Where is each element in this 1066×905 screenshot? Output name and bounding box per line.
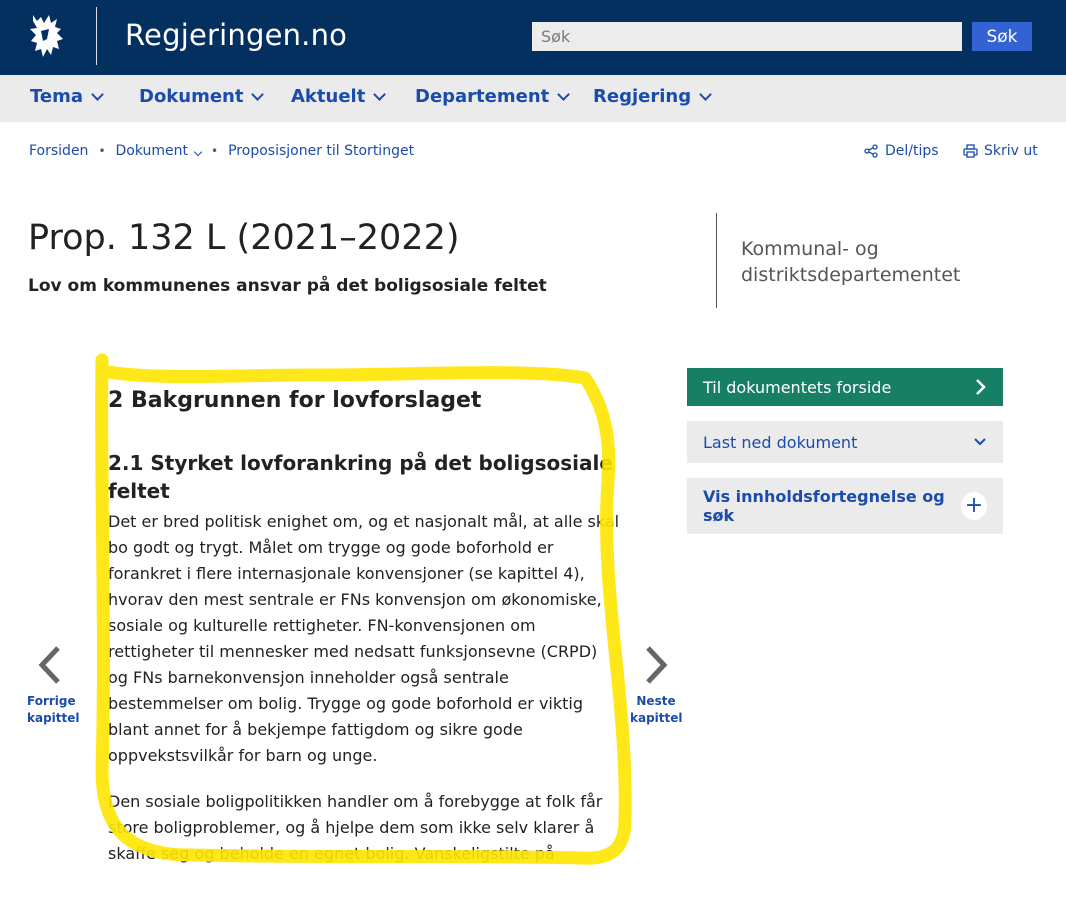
- nav-item-aktuelt[interactable]: Aktuelt: [291, 86, 387, 107]
- nav-label: Aktuelt: [291, 86, 366, 107]
- department-divider: [716, 213, 717, 308]
- nav-item-tema[interactable]: Tema: [30, 86, 104, 107]
- site-header: Regjeringen.no Søk: [0, 0, 1066, 75]
- breadcrumb-separator: •: [211, 144, 219, 158]
- chevron-right-icon: [976, 379, 986, 395]
- toc-search-button[interactable]: Vis innholdsfortegnelse og søk +: [687, 478, 1003, 534]
- page-subtitle: Lov om kommunenes ansvar på det boligsos…: [28, 276, 547, 296]
- chapter-content: 2 Bakgrunnen for lovforslaget 2.1 Styrke…: [108, 388, 622, 868]
- previous-chapter-line1: Forrige: [27, 694, 76, 708]
- share-link[interactable]: Del/tips: [864, 143, 939, 159]
- chevron-left-icon: [38, 646, 60, 684]
- printer-icon: [963, 144, 978, 158]
- section-heading: 2.1 Styrket lovforankring på det boligso…: [108, 451, 613, 503]
- document-frontpage-label: Til dokumentets forside: [703, 377, 892, 397]
- previous-chapter-link[interactable]: Forrige kapittel: [27, 645, 80, 727]
- next-chapter-line1: Neste: [636, 694, 676, 708]
- print-label: Skriv ut: [984, 143, 1038, 159]
- nav-item-departement[interactable]: Departement: [415, 86, 571, 107]
- download-document-button[interactable]: Last ned dokument: [687, 421, 1003, 463]
- breadcrumb-home[interactable]: Forsiden: [29, 143, 88, 159]
- breadcrumb-current[interactable]: Proposisjoner til Stortinget: [228, 143, 414, 159]
- search-button[interactable]: Søk: [972, 22, 1032, 51]
- nav-label: Tema: [30, 86, 83, 107]
- nav-label: Dokument: [139, 86, 244, 107]
- toc-search-label: Vis innholdsfortegnelse og søk: [703, 487, 945, 525]
- download-document-label: Last ned dokument: [703, 432, 858, 452]
- nav-item-regjering[interactable]: Regjering: [593, 86, 712, 107]
- previous-chapter-line2: kapittel: [27, 711, 80, 725]
- chevron-right-icon: [646, 646, 668, 684]
- content-viewport: 2 Bakgrunnen for lovforslaget 2.1 Styrke…: [100, 380, 640, 868]
- chevron-down-icon: [91, 87, 104, 101]
- main-nav: Tema Dokument Aktuelt Departement Regjer…: [0, 75, 1066, 122]
- search-input[interactable]: [532, 22, 962, 51]
- nav-label: Departement: [415, 86, 550, 107]
- chevron-down-icon: [699, 87, 712, 101]
- nav-item-dokument[interactable]: Dokument: [139, 86, 265, 107]
- norwegian-lion-icon[interactable]: [27, 11, 69, 63]
- share-icon: [864, 144, 878, 158]
- plus-icon: +: [961, 492, 987, 520]
- breadcrumb-documents-label: Dokument: [115, 143, 189, 159]
- breadcrumb-separator: •: [98, 144, 106, 158]
- breadcrumb: Forsiden • Dokument • Proposisjoner til …: [29, 143, 414, 159]
- chevron-down-icon: [251, 87, 265, 101]
- chevron-down-icon: [373, 87, 387, 101]
- header-divider: [96, 7, 97, 65]
- chevron-down-icon: [193, 147, 203, 157]
- chevron-down-icon: [557, 87, 571, 101]
- previous-chapter-label: Forrige kapittel: [27, 693, 80, 727]
- site-title[interactable]: Regjeringen.no: [125, 18, 347, 52]
- breadcrumb-documents[interactable]: Dokument: [115, 143, 203, 159]
- page-title: Prop. 132 L (2021–2022): [28, 218, 460, 258]
- department-name[interactable]: Kommunal- og distriktsdepartementet: [741, 236, 971, 288]
- paragraph: Den sosiale boligpolitikken handler om å…: [108, 792, 603, 863]
- document-frontpage-button[interactable]: Til dokumentets forside: [687, 368, 1003, 406]
- paragraph: Det er bred politisk enighet om, og et n…: [108, 512, 620, 765]
- chevron-down-icon: [974, 438, 986, 446]
- nav-label: Regjering: [593, 86, 692, 107]
- share-label: Del/tips: [885, 143, 939, 159]
- print-link[interactable]: Skriv ut: [963, 143, 1038, 159]
- chapter-heading: 2 Bakgrunnen for lovforslaget: [108, 388, 482, 413]
